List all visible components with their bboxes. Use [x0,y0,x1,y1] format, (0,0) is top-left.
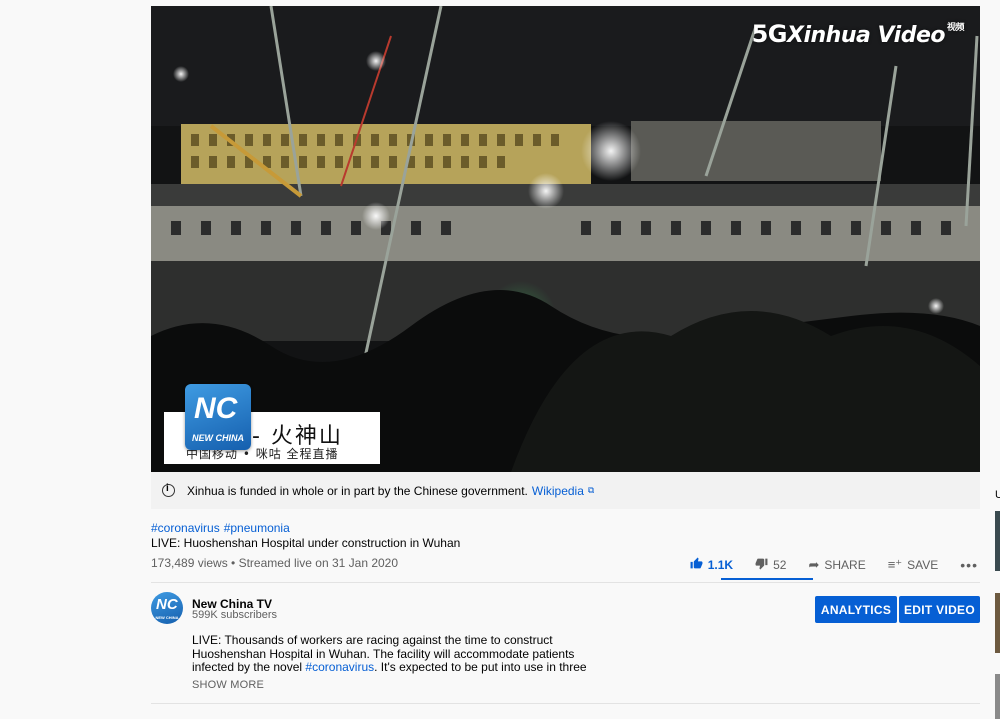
more-actions-icon[interactable]: ••• [960,557,978,573]
divider [151,582,980,583]
info-icon [162,483,175,497]
dislike-button[interactable]: 52 [755,557,786,573]
hashtags: #coronavirus #pneumonia [151,521,294,535]
hashtag-link[interactable]: #coronavirus [151,521,220,535]
divider [151,703,980,704]
save-button[interactable]: ≡⁺ SAVE [888,557,939,573]
wikipedia-link[interactable]: Wikipedia [532,484,584,498]
save-label: SAVE [907,558,939,572]
playlist-add-icon: ≡⁺ [887,557,903,572]
sidebar-thumbnail[interactable] [995,593,1000,653]
funding-info-panel: Xinhua is funded in whole or in part by … [151,472,980,509]
thumbs-up-icon [690,557,703,573]
share-label: SHARE [824,558,866,572]
video-frame [151,6,980,472]
video-player[interactable]: 5GXinhua Video 视频 - 火神山 中国移动 • 咪咕 全程直播 NC… [151,6,980,472]
like-button[interactable]: 1.1K [690,557,733,573]
channel-avatar[interactable]: NC NEW CHINA [151,592,183,624]
hashtag-link[interactable]: #coronavirus [305,660,374,674]
like-count: 1.1K [707,558,734,572]
edit-video-button[interactable]: EDIT VIDEO [899,596,980,623]
show-more-button[interactable]: SHOW MORE [192,679,264,691]
like-dislike-ratio-bar [721,578,813,580]
external-link-icon: ⧉ [587,485,595,495]
funding-text: Xinhua is funded in whole or in part by … [187,483,528,498]
share-arrow-icon: ➦ [808,557,820,572]
share-button[interactable]: ➦ SHARE [808,557,865,573]
thumbs-down-icon [755,557,768,573]
sidebar-thumbnail[interactable] [995,511,1000,571]
video-description: LIVE: Thousands of workers are racing ag… [192,634,587,674]
video-actions: 1.1K 52 ➦ SHARE ≡⁺ SAVE ••• [690,556,978,574]
video-title: LIVE: Huoshenshan Hospital under constru… [151,536,461,550]
hashtag-link[interactable]: #pneumonia [224,521,290,535]
analytics-button[interactable]: ANALYTICS [815,596,897,623]
subscriber-count: 599K subscribers [192,609,277,621]
sidebar-label: U [995,489,1000,501]
dislike-count: 52 [773,558,787,572]
new-china-logo: NC NEW CHINA [185,384,251,450]
xinhua-watermark: 5GXinhua Video 视频 [751,20,965,48]
view-count-date: 173,489 views • Streamed live on 31 Jan … [151,556,399,570]
sidebar-thumbnail[interactable] [995,674,1000,719]
